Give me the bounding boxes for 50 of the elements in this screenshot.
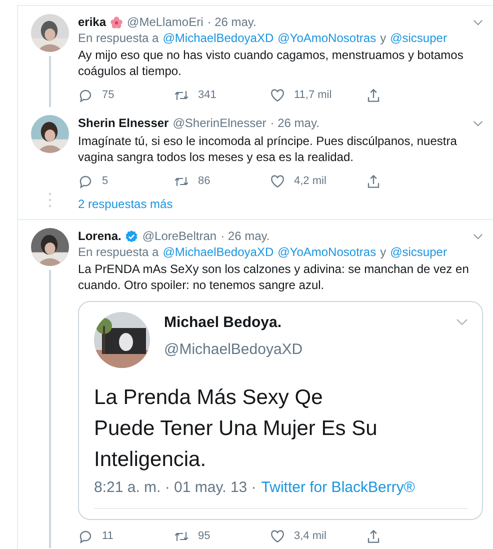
heart-icon[interactable] — [270, 174, 285, 188]
like-count: 4,2 mil — [294, 175, 326, 187]
tweet-date: · 26 may. — [220, 229, 270, 243]
tweet-text: Ay mijo eso que no has visto cuando cagamos, menstruamos y botamos coágulos al tiempo. — [78, 47, 464, 79]
quoted-user-handle: @MichaelBedoyaXD — [164, 341, 303, 358]
reply-count: 5 — [102, 175, 108, 187]
retweet-count: 95 — [198, 530, 210, 542]
mention-link[interactable]: @YoAmoNosotras — [278, 245, 376, 259]
mention-link[interactable]: @YoAmoNosotras — [278, 31, 376, 45]
retweet-count: 86 — [198, 175, 210, 187]
user-name[interactable]: Lorena. — [78, 229, 122, 243]
heart-icon[interactable] — [270, 88, 285, 102]
mention-link[interactable]: @MichaelBedoyaXD — [162, 245, 274, 259]
quoted-user-name: Michael Bedoya. — [164, 314, 283, 331]
mention-link[interactable]: @sicsuper — [390, 31, 447, 45]
user-handle: @LoreBeltran — [142, 229, 217, 243]
share-icon[interactable] — [366, 174, 381, 188]
retweet-count: 341 — [198, 89, 216, 101]
reply-icon[interactable] — [78, 88, 93, 102]
quoted-text: La Prenda Más Sexy Qe Puede Tener Una Mujer Es Su Inteligencia. — [94, 385, 378, 473]
reply-count: 75 — [102, 89, 114, 101]
more-replies-link[interactable]: 2 respuestas más — [78, 193, 483, 213]
user-name[interactable]: Sherin Elnesser — [78, 116, 169, 130]
chevron-down-icon[interactable] — [473, 120, 483, 126]
heart-icon[interactable] — [270, 528, 285, 544]
user-name[interactable]: erika — [78, 15, 106, 29]
tweet-date: · 26 may. — [207, 15, 256, 29]
reply-icon[interactable] — [78, 174, 93, 188]
reply-count: 11 — [102, 530, 114, 542]
chevron-down-icon[interactable] — [473, 232, 483, 240]
share-icon[interactable] — [366, 88, 381, 102]
mention-link[interactable]: @sicsuper — [390, 245, 447, 259]
like-count: 3,4 mil — [294, 530, 326, 542]
like-count: 11,7 mil — [294, 89, 332, 101]
chevron-down-icon[interactable] — [473, 18, 483, 26]
user-handle: @MeLlamoEri — [127, 15, 204, 29]
reply-icon[interactable] — [78, 528, 93, 544]
share-icon[interactable] — [366, 528, 381, 544]
reply-label: En respuesta a — [78, 31, 159, 45]
source-link[interactable]: Twitter for BlackBerry® — [261, 479, 415, 496]
quoted-timestamp: 8:21 a. m. · 01 may. 13 · — [94, 479, 256, 496]
user-handle: @SherinElnesser — [172, 116, 266, 130]
reply-label: En respuesta a — [78, 245, 159, 259]
mention-link[interactable]: @MichaelBedoyaXD — [162, 31, 274, 45]
reply-label: y — [380, 31, 386, 45]
quoted-tweet[interactable]: Michael Bedoya. @MichaelBedoyaXD La Prenda Más Sexy Qe Puede Tener Una Mujer Es Su Inteligencia. 8:21 a. m. · 01 may. 13 · Twitter for BlackBerry® — [78, 301, 483, 520]
tweet-text: La PrENDA mAs SeXy son los calzones y adivina: se manchan de vez en cuando. Otro spoiler: no tenemos sangre azul. — [78, 261, 470, 293]
tweet-date: · 26 may. — [270, 116, 320, 130]
reply-label: y — [380, 245, 386, 259]
tweet-text: Imagínate tú, si eso le incomoda al príncipe. Pues discúlpanos, nuestra vagina sangra todos los meses y esa es la realidad. — [78, 133, 458, 165]
